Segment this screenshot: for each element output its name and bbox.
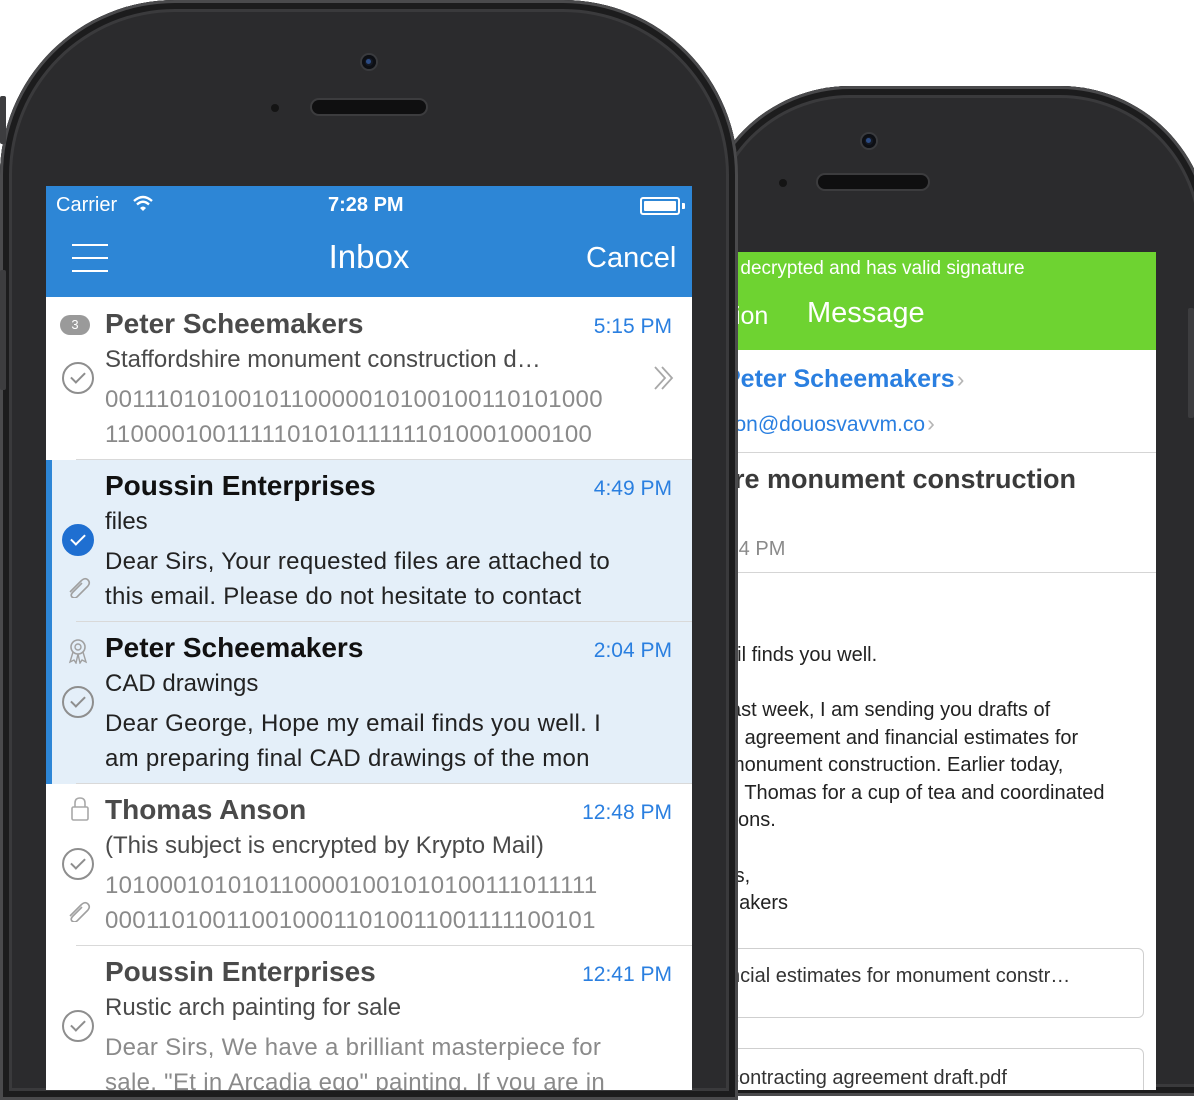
preview-line: sale. "Et in Arcadia ego" painting. If y… <box>105 1069 606 1090</box>
check-circle-icon[interactable] <box>62 362 94 394</box>
message-row[interactable]: Poussin Enterprises 4:49 PM files Dear S… <box>46 460 692 622</box>
back-phone-camera <box>862 134 876 148</box>
detail-email-address: son@douosvavvm.co <box>732 413 926 436</box>
selection-stripe <box>46 622 52 784</box>
message-preview: Dear Sirs, Your requested files are atta… <box>105 544 610 614</box>
battery-icon <box>640 197 685 215</box>
preview-line: am preparing final CAD drawings of the m… <box>105 745 590 772</box>
paperclip-icon <box>69 901 91 922</box>
message-subject: (This subject is encrypted by Krypto Mai… <box>105 832 544 859</box>
message-row[interactable]: Thomas Anson 12:48 PM (This subject is e… <box>46 784 692 946</box>
back-phone-speaker <box>818 175 928 189</box>
detail-sender[interactable]: Peter Scheemakers› <box>732 365 964 394</box>
preview-line: Dear Sirs, We have a brilliant masterpie… <box>105 1034 602 1061</box>
double-chevron-right-icon[interactable] <box>652 364 676 392</box>
message-time: 12:41 PM <box>582 963 672 986</box>
message-time: 2:04 PM <box>593 639 672 662</box>
message-row[interactable]: 3 Peter Scheemakers 5:15 PM Staffordshir… <box>46 298 692 460</box>
carrier-label: Carrier <box>56 194 118 216</box>
inbox-header: Carrier 7:28 PM Inbox Cancel <box>46 186 692 297</box>
message-subject: files <box>105 508 148 535</box>
message-sender: Peter Scheemakers <box>105 632 364 663</box>
body-line: monument construction. Earlier today, <box>732 754 1064 776</box>
preview-line: 1100001001111101010111111010001000100 <box>105 421 593 448</box>
front-phone-side-button <box>0 270 6 390</box>
signature-status-text: ge decrypted and has valid signature <box>732 258 1025 279</box>
divider <box>732 452 1156 453</box>
lock-icon <box>71 797 89 821</box>
preview-line: Dear Sirs, Your requested files are atta… <box>105 548 611 575</box>
message-subject: Staffordshire monument construction d… <box>105 346 541 373</box>
back-phone-sensor <box>779 179 787 187</box>
body-line: g agreement and financial estimates for <box>732 727 1079 749</box>
tab-message[interactable]: Message <box>807 297 925 330</box>
message-preview: Dear Sirs, We have a brilliant masterpie… <box>105 1030 605 1090</box>
body-line: h Thomas for a cup of tea and coordinate… <box>732 782 1105 804</box>
message-time: 4:49 PM <box>593 477 672 500</box>
preview-line: 1010001010101100001001010100111011111 <box>105 872 598 899</box>
selection-stripe <box>46 460 52 622</box>
wifi-icon <box>133 195 153 211</box>
check-circle-icon[interactable] <box>62 848 94 880</box>
message-row[interactable]: Peter Scheemakers 2:04 PM CAD drawings D… <box>46 622 692 784</box>
message-preview: 1010001010101100001001010100111011111 00… <box>105 868 598 938</box>
message-preview: 0011101010010110000010100100110101000 11… <box>105 382 603 452</box>
body-line: ast week, I am sending you drafts of <box>732 699 1051 721</box>
body-line: tions. <box>732 809 776 831</box>
body-line: ail finds you well. <box>732 644 878 666</box>
front-phone-sensor <box>271 104 279 112</box>
divider <box>732 572 1156 573</box>
check-circle-icon[interactable] <box>62 524 94 556</box>
front-phone-speaker <box>312 100 426 114</box>
message-sender: Peter Scheemakers <box>105 308 364 339</box>
attachment-name: ncial estimates for monument constr… <box>732 965 1071 987</box>
message-row[interactable]: Poussin Enterprises 12:41 PM Rustic arch… <box>46 946 692 1090</box>
cancel-button[interactable]: Cancel <box>586 242 676 275</box>
attachment-item[interactable]: contracting agreement draft.pdf <box>732 1048 1144 1090</box>
message-sender: Thomas Anson <box>105 794 307 825</box>
message-time: 12:48 PM <box>582 801 672 824</box>
message-subject: Rustic arch painting for sale <box>105 994 402 1021</box>
front-phone-side-button <box>0 96 6 144</box>
detail-email[interactable]: son@douosvavvm.co› <box>732 410 935 437</box>
attachment-name: contracting agreement draft.pdf <box>732 1067 1007 1089</box>
message-detail-screen: ge decrypted and has valid signature tio… <box>732 252 1156 1090</box>
back-phone-side-button <box>1188 308 1194 418</box>
thread-count-badge: 3 <box>60 315 90 335</box>
paperclip-icon <box>69 577 91 598</box>
message-sender: Poussin Enterprises <box>105 956 376 987</box>
preview-line: this email. Please do not hesitate to co… <box>105 583 582 610</box>
message-time: 5:15 PM <box>593 315 672 338</box>
message-subject: CAD drawings <box>105 670 259 697</box>
check-circle-icon[interactable] <box>62 686 94 718</box>
inbox-screen: Carrier 7:28 PM Inbox Cancel 3 Peter Sch… <box>46 186 692 1090</box>
attachment-item[interactable]: ncial estimates for monument constr… <box>732 948 1144 1018</box>
detail-subject: hire monument construction ts <box>732 461 1076 533</box>
body-line: nakers <box>732 892 789 914</box>
message-preview: Dear George, Hope my email finds you wel… <box>105 706 601 776</box>
ribbon-badge-icon <box>68 639 88 664</box>
message-sender: Poussin Enterprises <box>105 470 376 501</box>
check-circle-icon[interactable] <box>62 1010 94 1042</box>
front-phone-camera <box>362 55 376 69</box>
signature-status-bar: ge decrypted and has valid signature tio… <box>732 252 1156 350</box>
detail-date: :14 PM <box>732 538 786 560</box>
preview-line: 0011101010010110000010100100110101000 <box>105 386 603 413</box>
detail-subject-line: ts <box>732 497 1076 533</box>
preview-line: Dear George, Hope my email finds you wel… <box>105 710 602 737</box>
detail-subject-line: hire monument construction <box>732 464 1077 494</box>
chevron-right-icon: › <box>956 366 965 392</box>
chevron-right-icon: › <box>927 410 935 436</box>
detail-sender-name: Peter Scheemakers <box>732 365 955 393</box>
preview-line: 0001101001100100011010011001111100101 <box>105 907 596 934</box>
status-time: 7:28 PM <box>328 194 404 216</box>
